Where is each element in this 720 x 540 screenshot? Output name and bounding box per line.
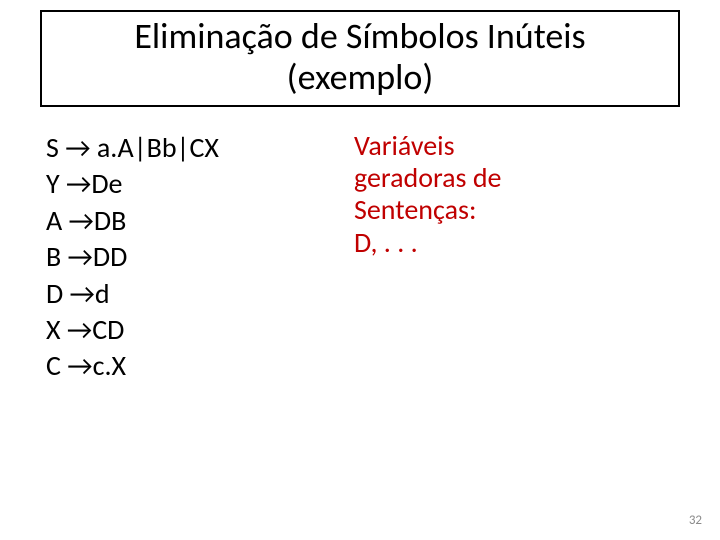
slide: Eliminação de Símbolos Inúteis (exemplo)… xyxy=(0,0,720,540)
note-line-2: geradoras de xyxy=(354,162,670,194)
rule-a: A →DB xyxy=(46,203,350,239)
rule-b: B →DD xyxy=(46,239,350,275)
note-line-1: Variáveis xyxy=(354,130,670,162)
note-line-4: D, . . . xyxy=(354,227,670,259)
title-line-1: Eliminação de Símbolos Inúteis xyxy=(52,16,668,57)
slide-title-box: Eliminação de Símbolos Inúteis (exemplo) xyxy=(40,10,680,107)
rule-d: D →d xyxy=(46,276,350,312)
note-line-3: Sentenças: xyxy=(354,194,670,226)
note-column: Variáveis geradoras de Sentenças: D, . .… xyxy=(350,130,670,385)
rule-c: C →c.X xyxy=(46,348,350,384)
rule-x: X →CD xyxy=(46,312,350,348)
page-number: 32 xyxy=(689,513,702,528)
rule-s: S → a.A|Bb|CX xyxy=(46,130,350,166)
grammar-column: S → a.A|Bb|CX Y →De A →DB B →DD D →d X →… xyxy=(40,130,350,385)
content-area: S → a.A|Bb|CX Y →De A →DB B →DD D →d X →… xyxy=(40,130,680,385)
rule-y: Y →De xyxy=(46,166,350,202)
title-line-2: (exemplo) xyxy=(52,57,668,98)
